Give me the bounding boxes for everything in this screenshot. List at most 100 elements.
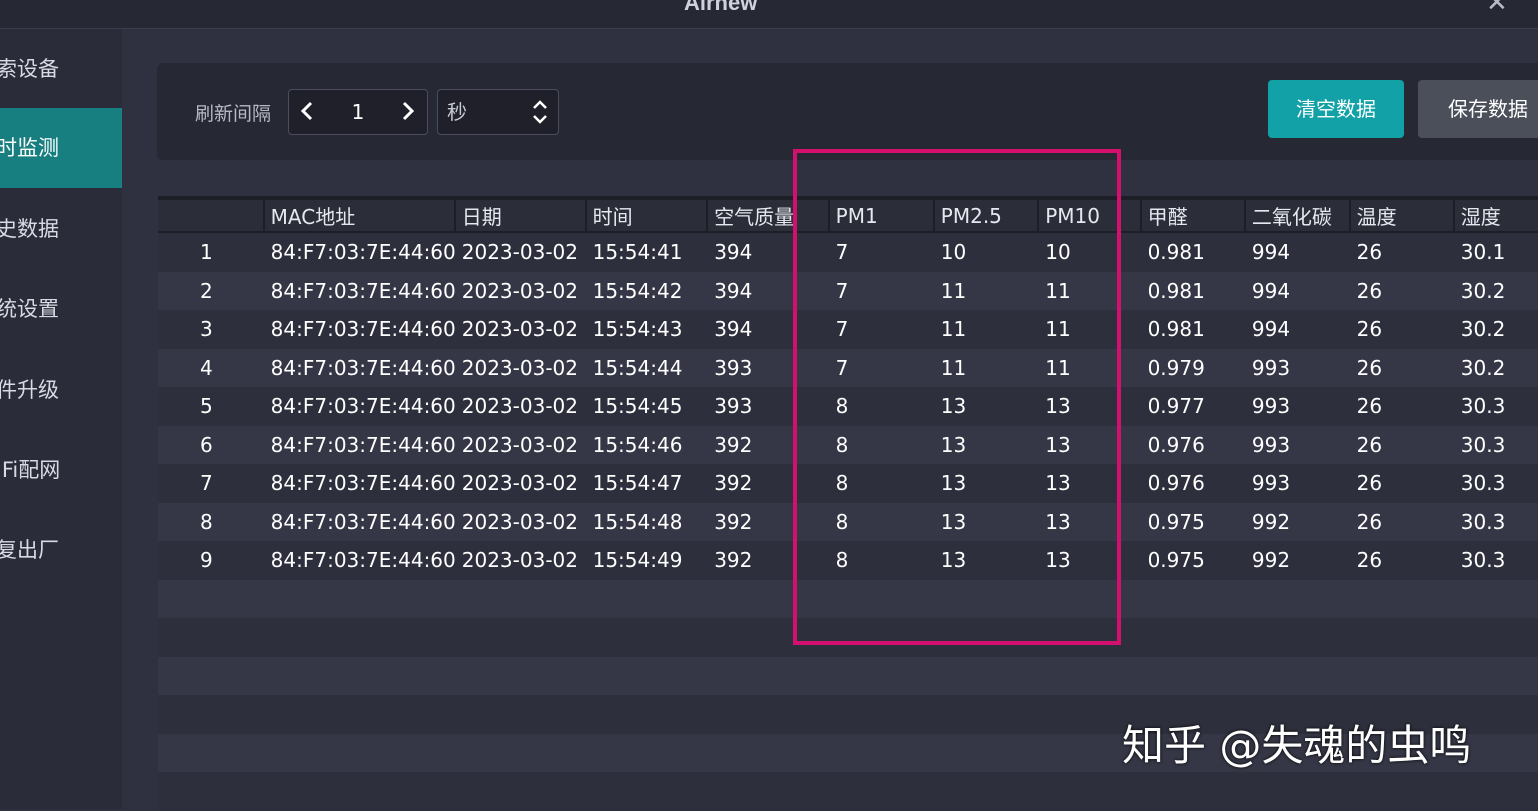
sidebar-item-factory-reset[interactable]: 复出厂 [0,510,122,590]
column-header[interactable]: 湿度 [1454,196,1538,233]
table-cell: 0.981 [1141,233,1246,272]
table-cell: 84:F7:03:7E:44:60 [264,271,456,310]
table-cell: 6 [158,425,265,464]
table-cell [1141,618,1246,657]
table-row[interactable]: 2 84:F7:03:7E:44:60 2023-03-02 15:54:42 394 7… [158,271,1538,310]
column-header[interactable]: 二氧化碳 [1245,196,1351,233]
sidebar-item-label: 件升级 [0,378,59,402]
table-cell: 26 [1350,425,1455,464]
column-header[interactable]: 空气质量 [708,196,830,233]
table-cell: 11 [1039,348,1142,387]
table-cell [934,695,1040,734]
updown-icon [531,98,549,126]
table-cell [934,656,1040,695]
table-cell: 30.1 [1454,233,1538,272]
table-cell: 26 [1350,502,1455,541]
table-cell: 7 [829,271,935,310]
table-cell: 10 [1039,233,1142,272]
empty-table-row [158,579,1538,618]
table-cell [1245,772,1351,811]
sidebar-item-search-devices[interactable]: 索设备 [0,29,122,109]
table-cell: 8 [829,387,935,426]
table-row[interactable]: 6 84:F7:03:7E:44:60 2023-03-02 15:54:46 392 8… [158,425,1538,464]
table-row[interactable]: 1 84:F7:03:7E:44:60 2023-03-02 15:54:41 394 7… [158,233,1538,272]
table-cell [264,772,456,811]
column-header[interactable]: 甲醛 [1141,196,1246,233]
table-cell: 993 [1245,425,1351,464]
table-cell [455,579,587,618]
table-cell: 2023-03-02 [455,233,587,272]
table-cell [264,618,456,657]
sidebar-item-system-settings[interactable]: 统设置 [0,269,122,349]
chevron-left-icon[interactable] [293,96,323,126]
column-header[interactable]: PM2.5 [934,196,1040,233]
close-icon[interactable]: ✕ [1486,0,1508,18]
table-cell [586,618,709,657]
table-cell: 13 [1039,464,1142,503]
table-cell [708,618,830,657]
sidebar-item-label: iFi配网 [0,458,61,482]
table-cell: 10 [934,233,1040,272]
table-cell [586,772,709,811]
unit-select[interactable]: 秒 [437,89,559,135]
watermark: 知乎 @失魂的虫鸣 [1122,721,1472,770]
sidebar-item-wifi-config[interactable]: iFi配网 [0,430,122,510]
table-cell: 26 [1350,387,1455,426]
table-cell [1039,656,1142,695]
interval-value-input[interactable] [329,90,387,134]
table-cell: 26 [1350,464,1455,503]
chevron-right-icon[interactable] [392,96,422,126]
save-data-button[interactable]: 保存数据 [1418,80,1538,138]
column-header[interactable]: PM10 [1039,196,1142,233]
sidebar-item-firmware-upgrade[interactable]: 件升级 [0,350,122,430]
table-cell [264,656,456,695]
table-cell: 992 [1245,502,1351,541]
table-cell [158,772,265,811]
table-cell: 84:F7:03:7E:44:60 [264,233,456,272]
table-cell [708,772,830,811]
table-cell: 30.2 [1454,271,1538,310]
table-cell: 2023-03-02 [455,310,587,349]
column-header[interactable]: MAC地址 [264,196,456,233]
table-row[interactable]: 3 84:F7:03:7E:44:60 2023-03-02 15:54:43 394 7… [158,310,1538,349]
sidebar-item-history-data[interactable]: 史数据 [0,189,122,269]
table-header-row: MAC地址 日期 时间 空气质量 PM1 PM2.5 PM10 甲醛 二氧化碳 温度 湿度 [158,196,1538,233]
table-row[interactable]: 7 84:F7:03:7E:44:60 2023-03-02 15:54:47 392 8… [158,464,1538,503]
table-row[interactable]: 4 84:F7:03:7E:44:60 2023-03-02 15:54:44 393 7… [158,348,1538,387]
sidebar-item-label: 索设备 [0,57,59,81]
table-cell [1350,618,1455,657]
column-header[interactable]: 温度 [1350,196,1455,233]
table-cell [1039,579,1142,618]
table-cell [455,695,587,734]
table-cell: 11 [1039,271,1142,310]
table-row[interactable]: 9 84:F7:03:7E:44:60 2023-03-02 15:54:49 392 8… [158,541,1538,580]
table-cell [829,695,935,734]
column-header[interactable]: 时间 [586,196,709,233]
table-row[interactable]: 8 84:F7:03:7E:44:60 2023-03-02 15:54:48 392 8… [158,502,1538,541]
window-title: Airnew [684,0,758,15]
table-cell [1039,618,1142,657]
table-row[interactable]: 5 84:F7:03:7E:44:60 2023-03-02 15:54:45 393 8… [158,387,1538,426]
clear-data-button[interactable]: 清空数据 [1268,80,1404,138]
table-cell: 2023-03-02 [455,541,587,580]
table-cell: 15:54:48 [586,502,709,541]
table-cell [1350,656,1455,695]
table-cell [1454,772,1538,811]
table-cell [158,656,265,695]
table-cell: 13 [934,541,1040,580]
table-cell [934,618,1040,657]
table-cell: 7 [829,310,935,349]
column-header[interactable] [158,196,265,233]
table-cell: 26 [1350,541,1455,580]
table-cell: 84:F7:03:7E:44:60 [264,348,456,387]
sidebar-item-realtime-monitor[interactable]: 时监测 [0,108,122,188]
empty-table-row [158,772,1538,811]
table-cell [158,695,265,734]
column-header[interactable]: 日期 [455,196,587,233]
sidebar-item-label: 复出厂 [0,538,59,562]
column-header[interactable]: PM1 [829,196,935,233]
table-cell [455,772,587,811]
table-cell: 8 [158,502,265,541]
table-cell [829,772,935,811]
table-cell: 30.3 [1454,541,1538,580]
